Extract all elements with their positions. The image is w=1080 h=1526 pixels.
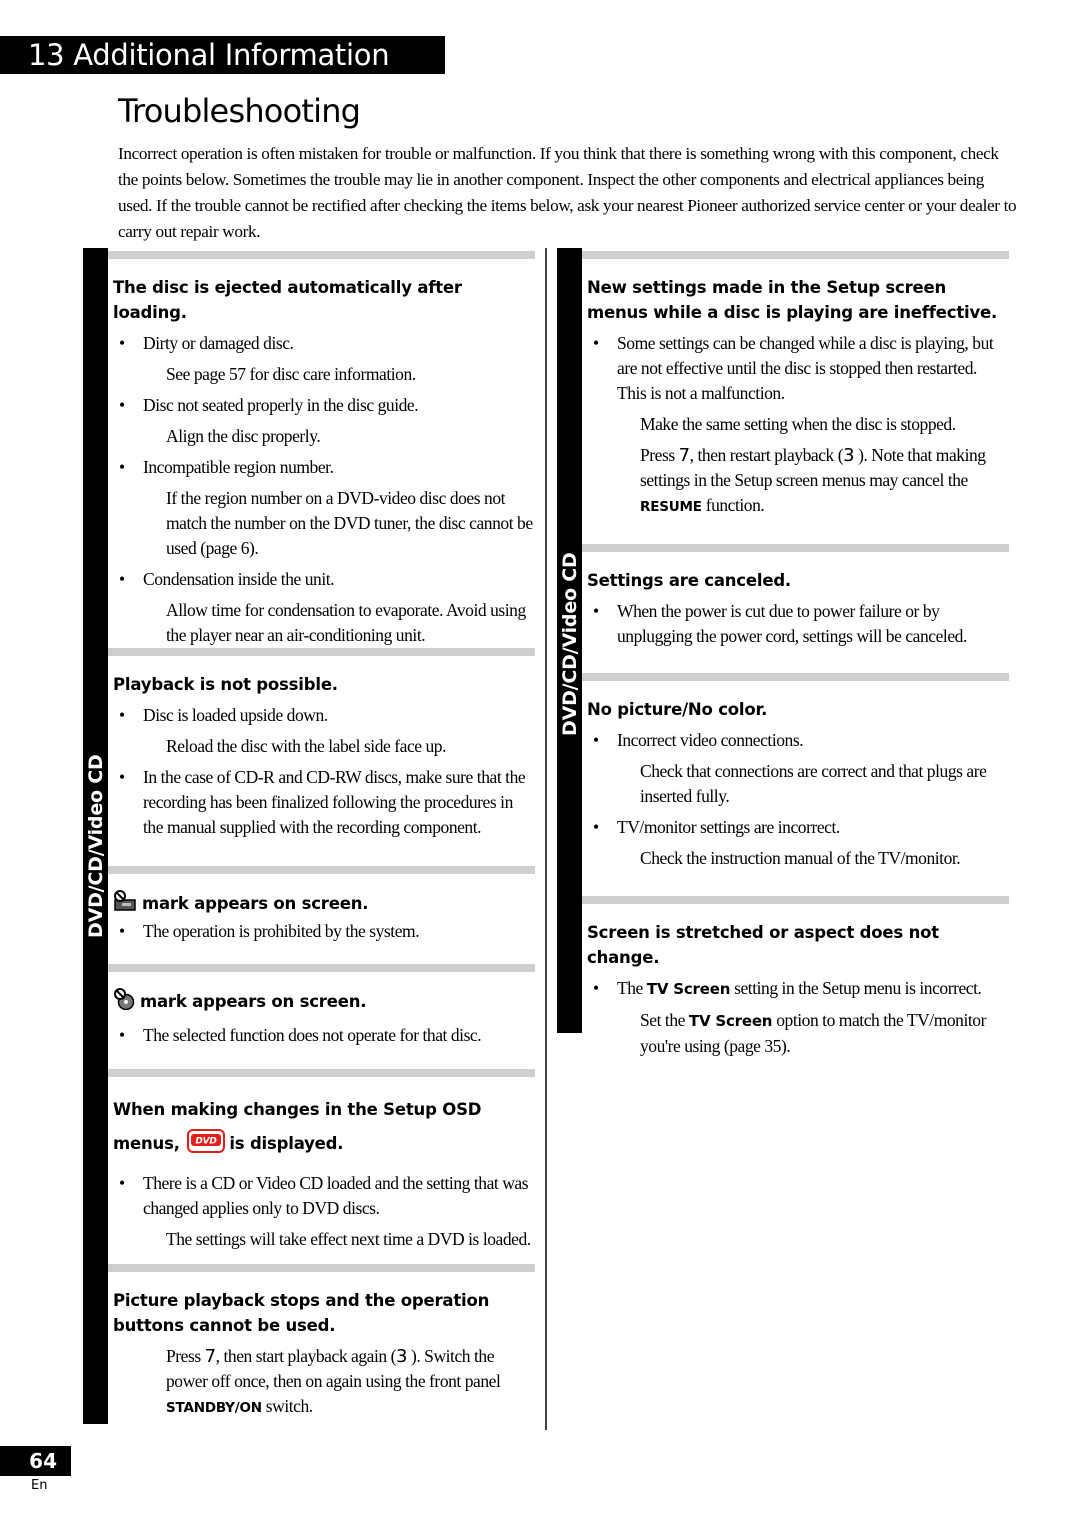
side-tab-label: DVD/CD/Video CD bbox=[85, 754, 107, 938]
section-rule bbox=[582, 896, 1009, 904]
section-title: Playback is not possible. bbox=[113, 675, 338, 694]
section-rule bbox=[108, 1069, 535, 1077]
cause: Dirty or damaged disc. bbox=[108, 331, 535, 356]
cause: The TV Screen setting in the Setup menu … bbox=[582, 976, 1009, 1002]
side-tab-label: DVD/CD/Video CD bbox=[559, 552, 581, 736]
section-rule bbox=[582, 251, 1009, 259]
cause: Condensation inside the unit. bbox=[108, 567, 535, 592]
chapter-header: 13 Additional Information bbox=[0, 36, 445, 74]
section-rule bbox=[108, 1264, 535, 1272]
remedy: Check that connections are correct and t… bbox=[640, 761, 987, 806]
dvd-logo-icon: DVD bbox=[187, 1129, 226, 1165]
prohibited-disc-icon bbox=[113, 988, 135, 1017]
cause: In the case of CD-R and CD-RW discs, mak… bbox=[108, 765, 535, 840]
cause: Incompatible region number. bbox=[108, 455, 535, 480]
remedy: Allow time for condensation to evaporate… bbox=[166, 600, 526, 645]
section-prohibited-mark: mark appears on screen. The operation is… bbox=[108, 866, 535, 944]
section-title: Picture playback stops and the operation… bbox=[113, 1291, 490, 1335]
section-title: No picture/No color. bbox=[587, 700, 768, 719]
section-disc-ejected: The disc is ejected automatically after … bbox=[108, 251, 535, 648]
cause: Disc is loaded upside down. bbox=[108, 703, 535, 728]
cause: TV/monitor settings are incorrect. bbox=[582, 815, 1009, 840]
section-rule bbox=[582, 544, 1009, 552]
cause: There is a CD or Video CD loaded and the… bbox=[108, 1171, 535, 1221]
section-rule bbox=[108, 251, 535, 259]
section-rule bbox=[582, 673, 1009, 681]
cause: Some settings can be changed while a dis… bbox=[582, 331, 1009, 406]
cause: When the power is cut due to power failu… bbox=[582, 599, 1009, 649]
section-title: When making changes in the Setup OSD men… bbox=[108, 1093, 535, 1165]
resume-label: RESUME bbox=[640, 499, 702, 515]
tv-screen-label: TV Screen bbox=[688, 1012, 773, 1030]
section-new-settings-ineffective: New settings made in the Setup screen me… bbox=[582, 251, 1009, 520]
remedy: Reload the disc with the label side face… bbox=[166, 736, 447, 756]
remedy: The settings will take effect next time … bbox=[166, 1229, 531, 1249]
section-playback-stops: Picture playback stops and the operation… bbox=[108, 1264, 535, 1421]
remedy: Align the disc properly. bbox=[166, 426, 321, 446]
remedy: See page 57 for disc care information. bbox=[166, 364, 416, 384]
column-divider bbox=[545, 248, 547, 1430]
svg-text:DVD: DVD bbox=[196, 1137, 218, 1147]
cause: The operation is prohibited by the syste… bbox=[108, 919, 535, 944]
remedy: Check the instruction manual of the TV/m… bbox=[640, 848, 961, 868]
remedy: Make the same setting when the disc is s… bbox=[640, 414, 956, 434]
page-number: 64 bbox=[0, 1446, 71, 1476]
cause: Disc not seated properly in the disc gui… bbox=[108, 393, 535, 418]
section-disc-prohibited-mark: mark appears on screen. The selected fun… bbox=[108, 964, 535, 1048]
section-title: Screen is stretched or aspect does not c… bbox=[587, 923, 939, 967]
section-title: The disc is ejected automatically after … bbox=[113, 278, 462, 322]
section-title: mark appears on screen. bbox=[108, 988, 535, 1017]
play-key-symbol: 3 bbox=[843, 445, 855, 466]
stop-key-symbol: 7 bbox=[204, 1346, 216, 1367]
prohibited-hand-icon bbox=[113, 890, 137, 919]
remedy: Press 7, then start playback again (3 ).… bbox=[166, 1346, 501, 1416]
section-playback-not-possible: Playback is not possible. Disc is loaded… bbox=[108, 648, 535, 840]
section-settings-canceled: Settings are canceled. When the power is… bbox=[582, 544, 1009, 649]
play-key-symbol: 3 bbox=[396, 1346, 408, 1367]
section-dvd-logo-displayed: When making changes in the Setup OSD men… bbox=[108, 1069, 535, 1252]
section-rule bbox=[108, 964, 535, 972]
standby-on-label: STANDBY/ON bbox=[166, 1400, 262, 1416]
remedy: Press 7, then restart playback (3 ). Not… bbox=[640, 445, 986, 515]
remedy: If the region number on a DVD-video disc… bbox=[166, 488, 533, 558]
section-rule bbox=[108, 866, 535, 874]
section-screen-stretched: Screen is stretched or aspect does not c… bbox=[582, 896, 1009, 1059]
remedy: Set the TV Screen option to match the TV… bbox=[640, 1010, 986, 1056]
section-title: Settings are canceled. bbox=[587, 571, 791, 590]
section-no-picture: No picture/No color. Incorrect video con… bbox=[582, 673, 1009, 871]
section-title: New settings made in the Setup screen me… bbox=[587, 278, 998, 322]
cause: Incorrect video connections. bbox=[582, 728, 1009, 753]
language-code: En bbox=[31, 1478, 48, 1493]
page-title: Troubleshooting bbox=[118, 92, 361, 130]
section-rule bbox=[108, 648, 535, 656]
section-title: mark appears on screen. bbox=[108, 890, 535, 919]
stop-key-symbol: 7 bbox=[678, 445, 690, 466]
cause: The selected function does not operate f… bbox=[108, 1023, 535, 1048]
tv-screen-label: TV Screen bbox=[646, 980, 731, 998]
intro-paragraph: Incorrect operation is often mistaken fo… bbox=[118, 144, 1017, 241]
